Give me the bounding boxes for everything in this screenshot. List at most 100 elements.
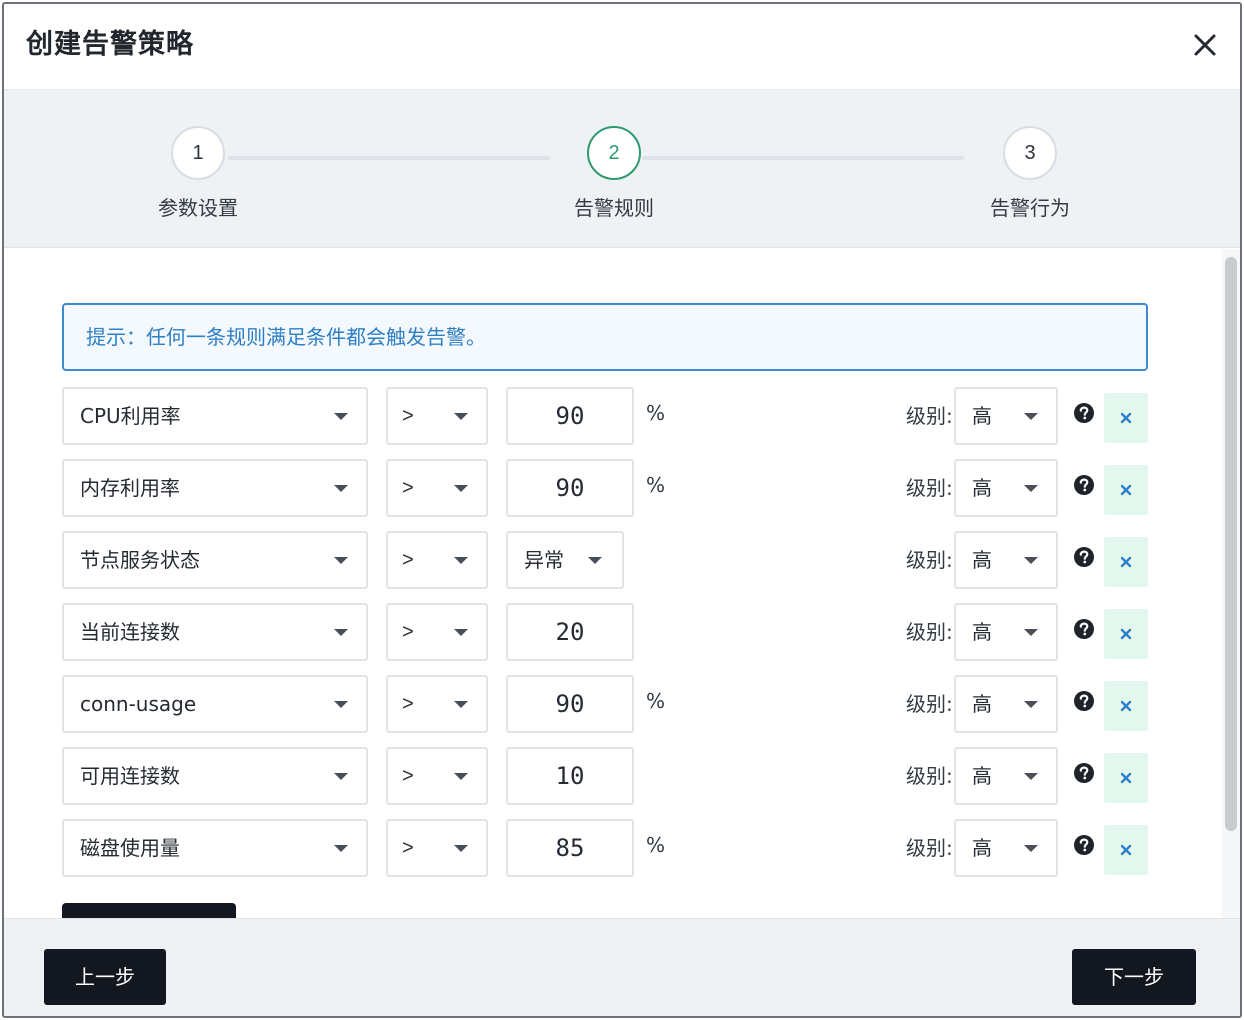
help-icon[interactable] [1074,403,1094,423]
prev-step-button[interactable]: 上一步 [44,949,166,1005]
level-label: 级别: [906,548,953,572]
level-select[interactable]: 高 [954,819,1058,877]
operator-value: > [402,405,414,427]
caret-down-icon [454,557,468,564]
help-icon[interactable] [1074,691,1094,711]
threshold-input[interactable]: 90 [506,387,634,445]
level-label: 级别: [906,692,953,716]
caret-down-icon [334,845,348,852]
level-select[interactable]: 高 [954,675,1058,733]
dialog-header: 创建告警策略 [4,4,1240,90]
step-3-label: 告警行为 [990,196,1070,220]
unit-label: % [646,833,666,857]
unit-label: % [646,473,666,497]
rule-row: conn-usage > 90 % 级别: 高 [62,675,1152,733]
delete-rule-button[interactable] [1104,393,1148,443]
operator-value: > [402,765,414,787]
create-alert-policy-dialog: 创建告警策略 1 参数设置 2 告警规则 3 告警行为 提示：任何一条规则满足条… [2,2,1242,1018]
caret-down-icon [1024,557,1038,564]
operator-select[interactable]: > [386,747,488,805]
step-1-label: 参数设置 [158,196,238,220]
caret-down-icon [1024,485,1038,492]
help-icon[interactable] [1074,835,1094,855]
close-button[interactable] [1190,30,1220,60]
delete-rule-button[interactable] [1104,681,1148,731]
operator-value: > [402,621,414,643]
threshold-input[interactable]: 90 [506,675,634,733]
step-3-number: 3 [1003,126,1057,180]
caret-down-icon [454,845,468,852]
state-select[interactable]: 异常 [506,531,624,589]
operator-select[interactable]: > [386,603,488,661]
caret-down-icon [334,701,348,708]
scrollbar-thumb[interactable] [1225,257,1237,831]
metric-select[interactable]: 节点服务状态 [62,531,368,589]
add-rule-button[interactable] [62,903,236,919]
next-step-button[interactable]: 下一步 [1072,949,1196,1005]
delete-rule-button[interactable] [1104,609,1148,659]
level-value: 高 [972,764,992,788]
level-value: 高 [972,476,992,500]
rule-row: 当前连接数 > 20 级别: 高 [62,603,1152,661]
threshold-input[interactable]: 10 [506,747,634,805]
step-1: 1 参数设置 [118,126,278,221]
level-value: 高 [972,836,992,860]
metric-value: 可用连接数 [80,764,180,788]
rule-row: CPU利用率 > 90 % 级别: 高 [62,387,1152,445]
step-2-label: 告警规则 [574,196,654,220]
operator-select[interactable]: > [386,675,488,733]
metric-select[interactable]: conn-usage [62,675,368,733]
metric-select[interactable]: 内存利用率 [62,459,368,517]
level-select[interactable]: 高 [954,387,1058,445]
caret-down-icon [1024,413,1038,420]
caret-down-icon [1024,845,1038,852]
delete-rule-button[interactable] [1104,753,1148,803]
hint-banner: 提示：任何一条规则满足条件都会触发告警。 [62,303,1148,371]
rule-row: 节点服务状态 > 异常 级别: 高 [62,531,1152,589]
rules-body: 提示：任何一条规则满足条件都会触发告警。 CPU利用率 > 90 % 级别: 高… [4,249,1226,919]
level-select[interactable]: 高 [954,459,1058,517]
close-icon [1194,34,1216,56]
threshold-input[interactable]: 85 [506,819,634,877]
metric-value: 当前连接数 [80,620,180,644]
level-select[interactable]: 高 [954,531,1058,589]
wizard-steps: 1 参数设置 2 告警规则 3 告警行为 [4,90,1240,248]
delete-rule-button[interactable] [1104,465,1148,515]
operator-value: > [402,477,414,499]
metric-select[interactable]: 当前连接数 [62,603,368,661]
operator-select[interactable]: > [386,387,488,445]
delete-rule-button[interactable] [1104,537,1148,587]
level-select[interactable]: 高 [954,747,1058,805]
caret-down-icon [1024,773,1038,780]
help-icon[interactable] [1074,619,1094,639]
level-select[interactable]: 高 [954,603,1058,661]
metric-select[interactable]: 磁盘使用量 [62,819,368,877]
threshold-input[interactable]: 20 [506,603,634,661]
operator-select[interactable]: > [386,459,488,517]
delete-rule-button[interactable] [1104,825,1148,875]
help-icon[interactable] [1074,475,1094,495]
step-1-number: 1 [171,126,225,180]
threshold-input[interactable]: 90 [506,459,634,517]
close-icon [1120,844,1132,856]
caret-down-icon [454,701,468,708]
metric-select[interactable]: 可用连接数 [62,747,368,805]
operator-select[interactable]: > [386,819,488,877]
close-icon [1120,700,1132,712]
help-icon[interactable] [1074,547,1094,567]
operator-value: > [402,549,414,571]
operator-select[interactable]: > [386,531,488,589]
caret-down-icon [334,629,348,636]
rule-row: 磁盘使用量 > 85 % 级别: 高 [62,819,1152,877]
metric-value: 节点服务状态 [80,548,200,572]
level-value: 高 [972,548,992,572]
state-value: 异常 [524,548,564,572]
help-icon[interactable] [1074,763,1094,783]
metric-select[interactable]: CPU利用率 [62,387,368,445]
operator-value: > [402,837,414,859]
level-value: 高 [972,404,992,428]
caret-down-icon [588,557,602,564]
metric-value: 磁盘使用量 [80,836,180,860]
level-label: 级别: [906,620,953,644]
metric-value: 内存利用率 [80,476,180,500]
